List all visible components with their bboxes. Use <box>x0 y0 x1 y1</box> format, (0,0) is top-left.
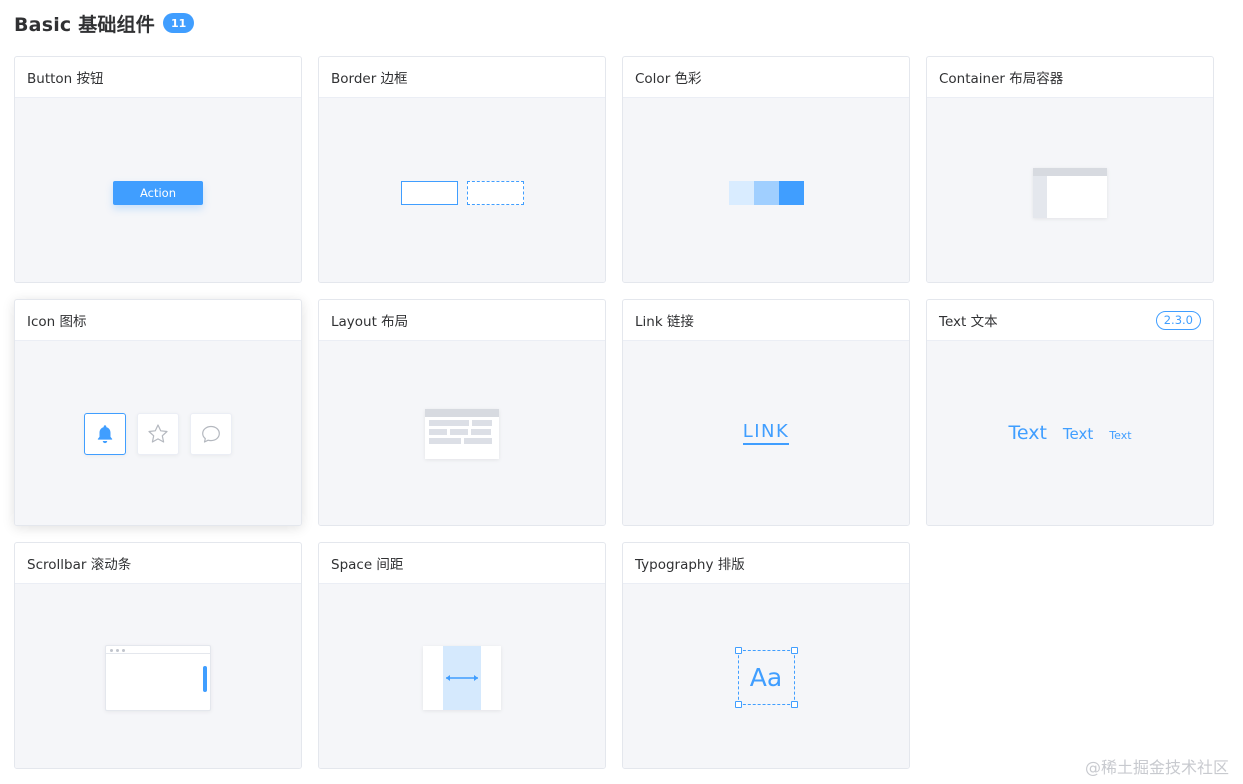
icon-illustration <box>84 413 232 455</box>
card-color[interactable]: Color 色彩 <box>622 56 910 283</box>
space-illustration <box>423 645 501 710</box>
text-sample-medium: Text <box>1062 425 1094 443</box>
scrollbar-thumb <box>203 665 207 692</box>
container-illustration <box>1033 167 1107 218</box>
card-preview <box>15 341 301 525</box>
typography-sample: Aa <box>749 663 783 692</box>
card-title: Border 边框 <box>331 71 408 87</box>
card-title: Text 文本 <box>939 314 998 330</box>
card-border[interactable]: Border 边框 <box>318 56 606 283</box>
card-preview: Action <box>15 98 301 282</box>
card-preview <box>319 584 605 768</box>
text-sample-small: Text <box>1109 429 1132 442</box>
card-scrollbar[interactable]: Scrollbar 滚动条 <box>14 542 302 769</box>
card-preview: Aa <box>623 584 909 768</box>
card-title: Link 链接 <box>635 314 694 330</box>
component-count-badge: 11 <box>163 13 195 33</box>
layout-illustration <box>425 408 499 459</box>
section-header: Basic 基础组件 11 <box>14 10 195 36</box>
card-preview: LINK <box>623 341 909 525</box>
card-icon[interactable]: Icon 图标 <box>14 299 302 526</box>
card-title: Icon 图标 <box>27 314 87 330</box>
demo-action-button: Action <box>113 180 203 205</box>
watermark: @稀土掘金技术社区 <box>1084 758 1229 777</box>
card-title: Layout 布局 <box>331 314 409 330</box>
card-space[interactable]: Space 间距 <box>318 542 606 769</box>
card-layout[interactable]: Layout 布局 <box>318 299 606 526</box>
card-title: Button 按钮 <box>27 71 104 87</box>
dashed-border-box <box>466 180 524 205</box>
scrollbar-illustration <box>105 644 211 711</box>
star-icon <box>137 413 179 455</box>
section-title: Basic 基础组件 <box>14 13 156 36</box>
card-text[interactable]: Text 文本 2.3.0 Text Text Text <box>926 299 1214 526</box>
text-sizes-illustration: Text Text Text <box>1008 422 1131 444</box>
card-container[interactable]: Container 布局容器 <box>926 56 1214 283</box>
demo-link-text: LINK <box>742 421 790 445</box>
color-swatches <box>728 180 804 205</box>
card-preview <box>927 98 1213 282</box>
border-illustration <box>400 180 524 205</box>
bell-icon <box>84 413 126 455</box>
card-link[interactable]: Link 链接 LINK <box>622 299 910 526</box>
card-title: Scrollbar 滚动条 <box>27 557 132 573</box>
card-preview: Text Text Text <box>927 341 1213 525</box>
card-preview <box>15 584 301 768</box>
swatch-light <box>728 180 754 205</box>
chat-bubble-icon <box>190 413 232 455</box>
solid-border-box <box>400 180 458 205</box>
swatch-primary <box>778 180 804 205</box>
card-title: Typography 排版 <box>635 557 745 573</box>
card-preview <box>623 98 909 282</box>
card-title: Color 色彩 <box>635 71 702 87</box>
card-title: Container 布局容器 <box>939 71 1064 87</box>
card-preview <box>319 98 605 282</box>
card-preview <box>319 341 605 525</box>
card-button[interactable]: Button 按钮 Action <box>14 56 302 283</box>
version-tag: 2.3.0 <box>1155 310 1201 330</box>
typography-illustration: Aa <box>734 647 798 708</box>
text-sample-large: Text <box>1008 422 1047 444</box>
swatch-medium <box>753 180 779 205</box>
double-arrow-icon <box>446 674 478 681</box>
card-typography[interactable]: Typography 排版 Aa <box>622 542 910 769</box>
card-title: Space 间距 <box>331 557 404 573</box>
